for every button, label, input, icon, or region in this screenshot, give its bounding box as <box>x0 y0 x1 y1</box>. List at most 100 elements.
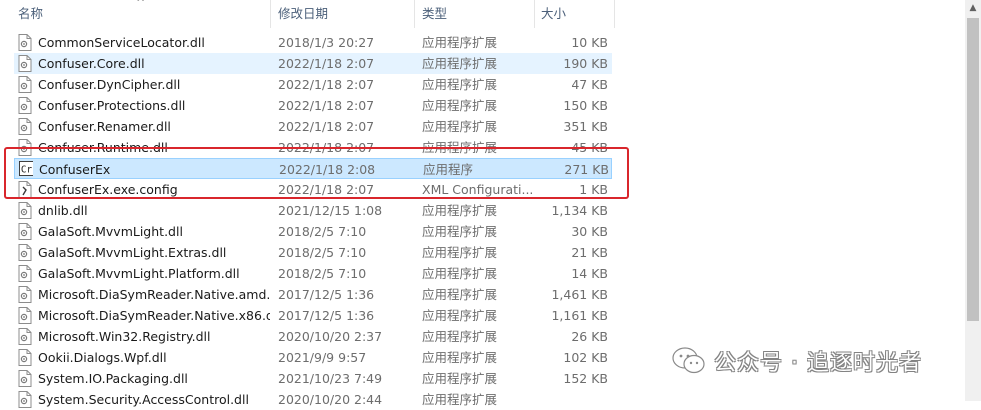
column-header-name[interactable]: 名称 <box>18 0 43 30</box>
vertical-scrollbar[interactable]: ▲ <box>965 0 981 401</box>
dll-file-icon <box>18 34 32 51</box>
file-row[interactable]: GalaSoft.MvvmLight.Platform.dll 2018/2/5 … <box>14 263 612 284</box>
file-name: GalaSoft.MvvmLight.dll <box>38 224 183 239</box>
file-row[interactable]: Microsoft.Win32.Registry.dll 2020/10/20 2… <box>14 326 612 347</box>
file-row[interactable]: Confuser.Protections.dll 2022/1/18 2:07 应用… <box>14 95 612 116</box>
dll-file-icon <box>18 76 32 93</box>
file-modified: 2022/1/18 2:07 <box>278 119 375 134</box>
file-row[interactable]: System.IO.Packaging.dll 2021/10/23 7:49 应用… <box>14 368 612 389</box>
file-modified: 2018/2/5 7:10 <box>278 245 367 260</box>
dll-file-icon <box>18 286 32 303</box>
highlight-annotation-box <box>4 147 629 199</box>
file-type: 应用程序扩展 <box>422 77 498 92</box>
file-row[interactable]: Microsoft.DiaSymReader.Native.amd... 2017… <box>14 284 612 305</box>
column-header-type[interactable]: 类型 <box>422 0 447 30</box>
file-row[interactable]: dnlib.dll 2021/12/15 1:08 应用程序扩展 1,134 KB <box>14 200 612 221</box>
dll-file-icon <box>18 202 32 219</box>
file-type: 应用程序扩展 <box>422 392 498 407</box>
file-type: 应用程序扩展 <box>422 119 498 134</box>
file-name: Microsoft.Win32.Registry.dll <box>38 329 211 344</box>
file-modified: 2018/2/5 7:10 <box>278 224 367 239</box>
file-type: 应用程序扩展 <box>422 371 498 386</box>
column-header-bar: 名称 ^ 修改日期 类型 大小 <box>0 0 965 30</box>
file-name: Confuser.Core.dll <box>38 56 145 71</box>
file-type: 应用程序扩展 <box>422 98 498 113</box>
column-header-modified[interactable]: 修改日期 <box>278 0 328 30</box>
file-modified: 2022/1/18 2:07 <box>278 77 375 92</box>
wechat-icon <box>672 347 705 374</box>
file-modified: 2021/9/9 9:57 <box>278 350 367 365</box>
file-size: 10 KB <box>571 35 608 50</box>
dll-file-icon <box>18 328 32 345</box>
dll-file-icon <box>18 307 32 324</box>
file-row[interactable]: System.Security.AccessControl.dll 2020/10… <box>14 389 612 410</box>
file-size: 190 KB <box>563 56 608 71</box>
file-modified: 2022/1/18 2:07 <box>278 98 375 113</box>
watermark-text: 公众号 · 追逐时光者 <box>714 351 922 376</box>
file-size: 30 KB <box>571 224 608 239</box>
file-size: 152 KB <box>563 371 608 386</box>
column-divider[interactable] <box>614 0 615 28</box>
file-size: 47 KB <box>571 77 608 92</box>
column-header-size[interactable]: 大小 <box>541 0 566 30</box>
file-row[interactable]: CommonServiceLocator.dll 2018/1/3 20:27 应用… <box>14 32 612 53</box>
file-type: 应用程序扩展 <box>422 224 498 239</box>
column-divider[interactable] <box>270 0 271 28</box>
file-row[interactable]: Ookii.Dialogs.Wpf.dll 2021/9/9 9:57 应用程序扩展… <box>14 347 612 368</box>
file-name: Ookii.Dialogs.Wpf.dll <box>38 350 167 365</box>
file-name: dnlib.dll <box>38 203 88 218</box>
file-size: 1,461 KB <box>551 287 608 302</box>
dll-file-icon <box>18 370 32 387</box>
file-modified: 2021/10/23 7:49 <box>278 371 383 386</box>
file-size <box>534 389 608 410</box>
file-name: System.IO.Packaging.dll <box>38 371 188 386</box>
file-type: 应用程序扩展 <box>422 56 498 71</box>
file-type: 应用程序扩展 <box>422 350 498 365</box>
file-row[interactable]: GalaSoft.MvvmLight.dll 2018/2/5 7:10 应用程序扩… <box>14 221 612 242</box>
file-size: 102 KB <box>563 350 608 365</box>
file-size: 26 KB <box>571 329 608 344</box>
sort-ascending-icon: ^ <box>136 0 146 9</box>
file-name: Confuser.DynCipher.dll <box>38 77 181 92</box>
file-size: 21 KB <box>571 245 608 260</box>
file-row[interactable]: Confuser.Core.dll 2022/1/18 2:07 应用程序扩展 190… <box>14 53 612 74</box>
file-row[interactable]: Confuser.DynCipher.dll 2022/1/18 2:07 应用程序… <box>14 74 612 95</box>
file-modified: 2020/10/20 2:44 <box>278 392 383 407</box>
file-modified: 2022/1/18 2:07 <box>278 56 375 71</box>
file-row[interactable]: GalaSoft.MvvmLight.Extras.dll 2018/2/5 7:… <box>14 242 612 263</box>
file-type: 应用程序扩展 <box>422 329 498 344</box>
file-row[interactable]: Microsoft.DiaSymReader.Native.x86.dll 201… <box>14 305 612 326</box>
file-modified: 2018/1/3 20:27 <box>278 35 375 50</box>
scroll-up-icon[interactable]: ▲ <box>965 0 981 16</box>
watermark: 公众号 · 追逐时光者 <box>672 343 922 379</box>
file-name: GalaSoft.MvvmLight.Extras.dll <box>38 245 227 260</box>
file-size: 351 KB <box>563 119 608 134</box>
file-name: GalaSoft.MvvmLight.Platform.dll <box>38 266 240 281</box>
dll-file-icon <box>18 97 32 114</box>
file-modified: 2017/12/5 1:36 <box>278 308 375 323</box>
file-type: 应用程序扩展 <box>422 35 498 50</box>
file-type: 应用程序扩展 <box>422 287 498 302</box>
file-type: 应用程序扩展 <box>422 203 498 218</box>
file-type: 应用程序扩展 <box>422 245 498 260</box>
scrollbar-thumb[interactable] <box>967 18 979 321</box>
file-row[interactable]: Confuser.Renamer.dll 2022/1/18 2:07 应用程序扩展… <box>14 116 612 137</box>
dll-file-icon <box>18 118 32 135</box>
file-name: Microsoft.DiaSymReader.Native.amd... <box>38 287 270 302</box>
file-name: System.Security.AccessControl.dll <box>38 392 249 407</box>
file-name: Microsoft.DiaSymReader.Native.x86.dll <box>38 308 270 323</box>
dll-file-icon <box>18 55 32 72</box>
file-size: 1,134 KB <box>551 203 608 218</box>
file-type: 应用程序扩展 <box>422 308 498 323</box>
dll-file-icon <box>18 265 32 282</box>
file-size: 1,161 KB <box>551 308 608 323</box>
file-modified: 2017/12/5 1:36 <box>278 287 375 302</box>
column-divider[interactable] <box>534 0 535 28</box>
file-name: Confuser.Renamer.dll <box>38 119 171 134</box>
column-divider[interactable] <box>414 0 415 28</box>
file-modified: 2021/12/15 1:08 <box>278 203 383 218</box>
file-size: 150 KB <box>563 98 608 113</box>
file-name: CommonServiceLocator.dll <box>38 35 205 50</box>
dll-file-icon <box>18 349 32 366</box>
file-modified: 2018/2/5 7:10 <box>278 266 367 281</box>
